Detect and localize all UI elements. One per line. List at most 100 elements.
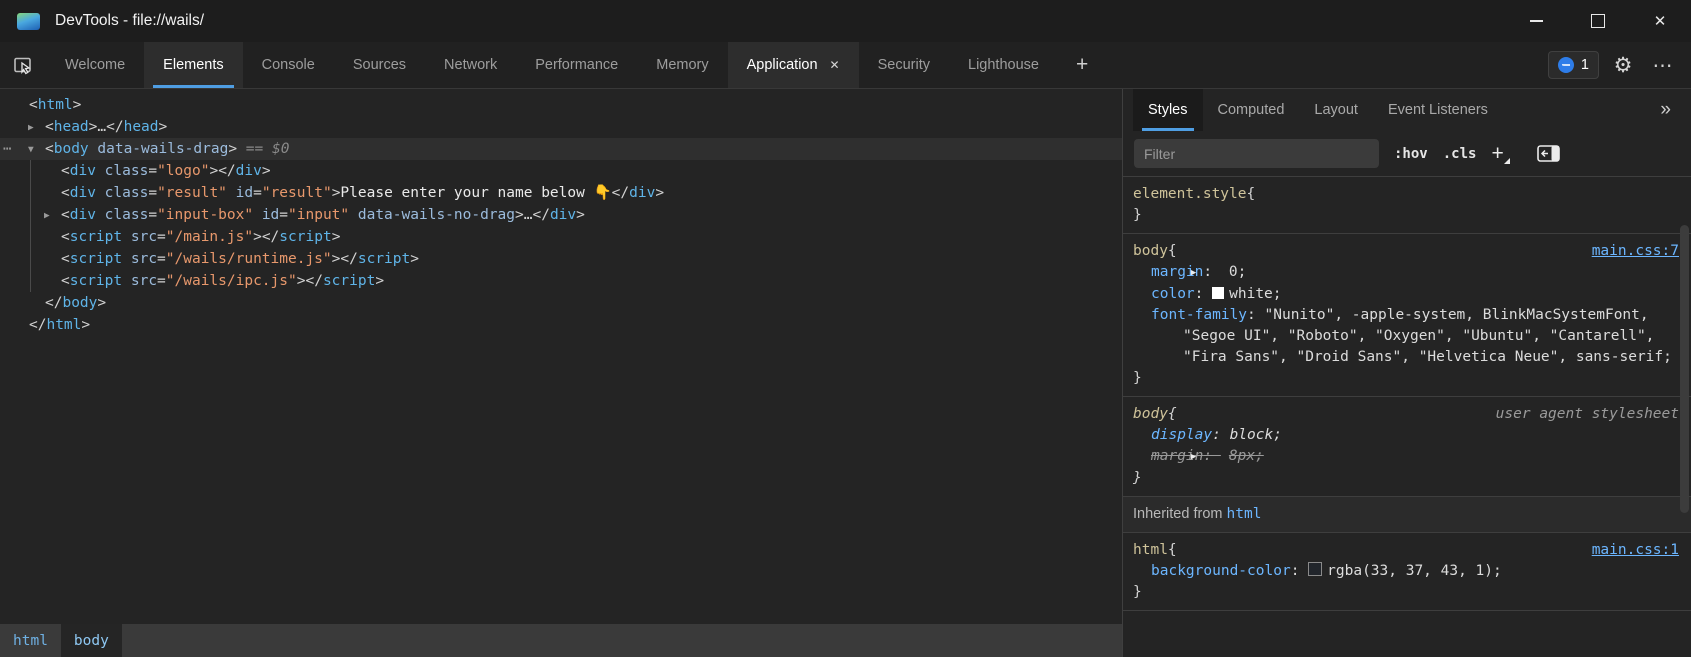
colon: :	[1195, 286, 1212, 302]
css-property-value[interactable]: 8px	[1229, 448, 1255, 464]
css-property-value[interactable]: block	[1230, 427, 1274, 443]
color-swatch[interactable]	[1308, 562, 1322, 576]
css-declaration-margin[interactable]: margin: ▶0;	[1133, 262, 1679, 284]
styles-filter-input[interactable]	[1134, 139, 1379, 168]
rule-selector[interactable]: body	[1133, 241, 1168, 262]
dom-token-el: …	[97, 119, 106, 135]
toggle-computed-panel-button[interactable]	[1537, 145, 1560, 162]
inherited-target-link[interactable]: html	[1227, 506, 1262, 522]
css-property-name[interactable]: color	[1151, 286, 1195, 302]
new-tab-button[interactable]: +	[1058, 42, 1106, 88]
dom-row-div-logo[interactable]: <div class="logo"></div>	[0, 160, 1122, 182]
settings-button[interactable]: ⚙	[1607, 49, 1639, 81]
dom-row-body-close[interactable]: </body>	[0, 292, 1122, 314]
css-property-value[interactable]: white	[1229, 286, 1273, 302]
panel-collapse-icon	[1537, 145, 1560, 162]
toggle-pseudo-states-button[interactable]: :hov	[1394, 146, 1428, 162]
breadcrumb-body[interactable]: body	[61, 624, 122, 657]
tab-security[interactable]: Security	[859, 42, 949, 88]
inherited-from-label: Inherited from	[1133, 506, 1227, 522]
tab-memory[interactable]: Memory	[637, 42, 727, 88]
tab-application[interactable]: Application✕	[728, 42, 859, 88]
sidebar-tab-layout[interactable]: Layout	[1299, 89, 1373, 131]
dom-row-div-result[interactable]: <div class="result" id="result">Please e…	[0, 182, 1122, 204]
toggle-element-classes-button[interactable]: .cls	[1443, 146, 1477, 162]
stylesheet-source-link[interactable]: main.css:7	[1592, 241, 1679, 262]
dom-token-p: </	[612, 185, 629, 201]
row-menu-dots-icon[interactable]: ⋯	[3, 138, 10, 160]
new-style-rule-button[interactable]: +	[1491, 142, 1509, 166]
dom-token-p: <	[29, 97, 38, 113]
customize-devtools-button[interactable]: ⋯	[1647, 49, 1679, 81]
inspect-element-button[interactable]	[0, 42, 46, 88]
css-property-name[interactable]: display	[1151, 427, 1212, 443]
tab-sources[interactable]: Sources	[334, 42, 425, 88]
sidebar-tab-computed[interactable]: Computed	[1203, 89, 1300, 131]
tab-lighthouse[interactable]: Lighthouse	[949, 42, 1058, 88]
css-property-value[interactable]: 0	[1229, 264, 1238, 280]
tab-label: Console	[262, 57, 315, 73]
dom-token-a: class	[96, 163, 148, 179]
collapsed-arrow-icon[interactable]: ▶	[44, 205, 61, 227]
rule-selector[interactable]: element.style	[1133, 184, 1247, 205]
gear-icon: ⚙	[1614, 53, 1633, 78]
dom-token-a: id	[227, 185, 253, 201]
tab-performance[interactable]: Performance	[516, 42, 637, 88]
dom-token-e: 👇	[594, 185, 612, 201]
dom-row-script-main[interactable]: <script src="/main.js"></script>	[0, 226, 1122, 248]
breadcrumb-html[interactable]: html	[0, 624, 61, 657]
dom-token-t: script	[70, 273, 122, 289]
dom-token-p: >	[209, 163, 218, 179]
collapsed-arrow-icon[interactable]: ▶	[28, 117, 45, 139]
issues-counter-button[interactable]: 1	[1548, 51, 1599, 79]
close-tab-icon[interactable]: ✕	[830, 58, 840, 72]
feedback-bubble-icon	[1558, 57, 1574, 73]
css-declaration-background-color[interactable]: background-color: rgba(33, 37, 43, 1);	[1133, 561, 1679, 582]
dom-token-t: head	[54, 119, 89, 135]
css-declaration-display[interactable]: display: block;	[1133, 425, 1679, 446]
dom-row-html-open[interactable]: <html>	[0, 94, 1122, 116]
dom-token-p: =	[148, 185, 157, 201]
semicolon: ;	[1273, 427, 1282, 443]
color-swatch[interactable]	[1212, 287, 1224, 299]
dom-row-html-close[interactable]: </html>	[0, 314, 1122, 336]
dom-row-script-runtime[interactable]: <script src="/wails/runtime.js"></script…	[0, 248, 1122, 270]
dom-token-p: >	[228, 141, 237, 157]
tab-console[interactable]: Console	[243, 42, 334, 88]
dom-row-head[interactable]: ▶<head>…</head>	[0, 116, 1122, 138]
dom-token-t: div	[70, 207, 96, 223]
dom-row-script-ipc[interactable]: <script src="/wails/ipc.js"></script>	[0, 270, 1122, 292]
more-sidebar-tabs-button[interactable]: »	[1640, 89, 1691, 131]
css-declaration-font-family[interactable]: font-family: "Nunito", -apple-system, Bl…	[1133, 305, 1679, 368]
dom-token-t: script	[279, 229, 331, 245]
sidebar-tab-event-listeners[interactable]: Event Listeners	[1373, 89, 1503, 131]
dom-token-t: div	[629, 185, 655, 201]
scrollbar-thumb[interactable]	[1680, 225, 1689, 513]
tab-welcome[interactable]: Welcome	[46, 42, 144, 88]
css-property-value[interactable]: rgba(33, 37, 43, 1)	[1327, 563, 1493, 579]
tab-network[interactable]: Network	[425, 42, 516, 88]
expanded-arrow-icon[interactable]: ▼	[28, 139, 45, 161]
css-property-name[interactable]: font-family	[1151, 307, 1247, 323]
tab-label: Security	[878, 57, 930, 73]
sidebar-tab-styles[interactable]: Styles	[1133, 89, 1203, 131]
colon: :	[1247, 307, 1264, 323]
dom-token-p: >	[410, 251, 419, 267]
css-declaration-margin[interactable]: margin: ▶8px;	[1133, 446, 1679, 468]
dom-token-p: </	[305, 273, 322, 289]
css-declaration-color[interactable]: color: white;	[1133, 284, 1679, 305]
dom-token-p: >	[515, 207, 524, 223]
rule-selector[interactable]: body	[1133, 404, 1168, 425]
rule-selector[interactable]: html	[1133, 540, 1168, 561]
devtools-app-icon	[17, 13, 40, 30]
tab-elements[interactable]: Elements	[144, 42, 242, 88]
css-property-name[interactable]: background-color	[1151, 563, 1291, 579]
dom-row-div-input-box[interactable]: ▶<div class="input-box" id="input" data-…	[0, 204, 1122, 226]
dom-row-body-open[interactable]: ⋯▼<body data-wails-drag> == $0	[0, 138, 1122, 160]
maximize-button[interactable]	[1567, 0, 1629, 42]
close-button[interactable]: ✕	[1629, 0, 1691, 42]
stylesheet-source-link[interactable]: main.css:1	[1592, 540, 1679, 561]
dom-token-m: == $0	[237, 141, 289, 157]
minimize-button[interactable]	[1505, 0, 1567, 42]
styles-scrollbar[interactable]	[1680, 221, 1690, 655]
